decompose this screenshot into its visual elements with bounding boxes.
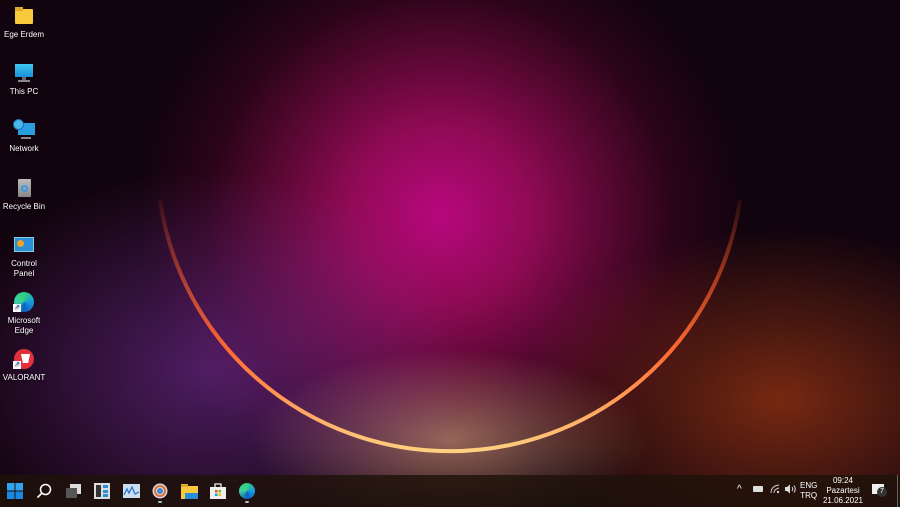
notification-icon: 7 <box>872 484 887 497</box>
store-icon <box>210 483 226 499</box>
desktop-icon-this-pc[interactable]: This PC <box>0 62 48 97</box>
show-hidden-icons-button[interactable]: ^ <box>737 485 742 495</box>
task-view-icon <box>65 484 81 498</box>
volume-icon[interactable] <box>784 484 796 497</box>
language-code: ENG <box>800 481 818 490</box>
windows-icon <box>7 483 23 499</box>
desktop-icon-control-panel[interactable]: Control Panel <box>0 234 48 279</box>
valorant-icon: ↗ <box>13 348 35 370</box>
desktop-icon-valorant[interactable]: ↗ VALORANT <box>0 348 48 383</box>
clock-time: 09:24 <box>832 476 854 485</box>
desktop: Ege Erdem This PC Network Recycle Bin Co… <box>0 0 900 507</box>
icon-label: VALORANT <box>2 373 46 382</box>
wallpaper-ring <box>158 199 742 454</box>
edge-button[interactable] <box>234 479 260 503</box>
edge-icon: ↗ <box>13 291 35 313</box>
store-button[interactable] <box>205 479 231 503</box>
clock[interactable]: 09:24 Pazartesi 21.06.2021 <box>822 476 864 506</box>
battery-icon[interactable] <box>753 486 763 492</box>
icon-label: Control Panel <box>11 259 37 278</box>
desktop-icon-microsoft-edge[interactable]: ↗ Microsoft Edge <box>0 291 48 336</box>
notification-badge: 7 <box>877 487 887 497</box>
language-indicator[interactable]: ENG TRQ <box>800 481 817 501</box>
chrome-canary-icon <box>152 483 168 499</box>
running-indicator <box>158 501 162 503</box>
icon-label: Ege Erdem <box>3 30 45 39</box>
clock-date: 21.06.2021 <box>822 496 864 505</box>
task-view-button[interactable] <box>60 479 86 503</box>
notification-center-button[interactable]: 7 <box>872 484 887 497</box>
file-explorer-icon <box>180 483 198 499</box>
search-icon <box>36 483 52 499</box>
icon-label: This PC <box>9 87 39 96</box>
desktop-icon-user-folder[interactable]: Ege Erdem <box>0 5 48 40</box>
control-panel-icon <box>13 234 35 256</box>
network-icon <box>13 119 35 141</box>
folder-icon <box>13 5 35 27</box>
widgets-button[interactable] <box>89 479 115 503</box>
photos-button[interactable] <box>118 479 144 503</box>
icon-label: Microsoft Edge <box>7 316 41 335</box>
icon-label: Recycle Bin <box>2 202 46 211</box>
clock-day: Pazartesi <box>826 486 860 495</box>
icon-label: Network <box>9 144 39 153</box>
keyboard-layout: TRQ <box>800 491 818 500</box>
file-explorer-button[interactable] <box>176 479 202 503</box>
running-indicator <box>245 501 249 503</box>
wifi-icon[interactable] <box>770 484 780 497</box>
desktop-icon-recycle-bin[interactable]: Recycle Bin <box>0 177 48 212</box>
start-button[interactable] <box>2 479 28 503</box>
photos-icon <box>122 484 140 498</box>
recycle-bin-icon <box>13 177 35 199</box>
desktop-icon-network[interactable]: Network <box>0 119 48 154</box>
edge-icon <box>239 483 255 499</box>
search-button[interactable] <box>31 479 57 503</box>
monitor-icon <box>13 62 35 84</box>
taskbar: ^ ENG TRQ 09:24 Pazartesi 21.06.2021 7 <box>0 475 900 507</box>
chrome-canary-button[interactable] <box>147 479 173 503</box>
widgets-icon <box>94 483 110 499</box>
